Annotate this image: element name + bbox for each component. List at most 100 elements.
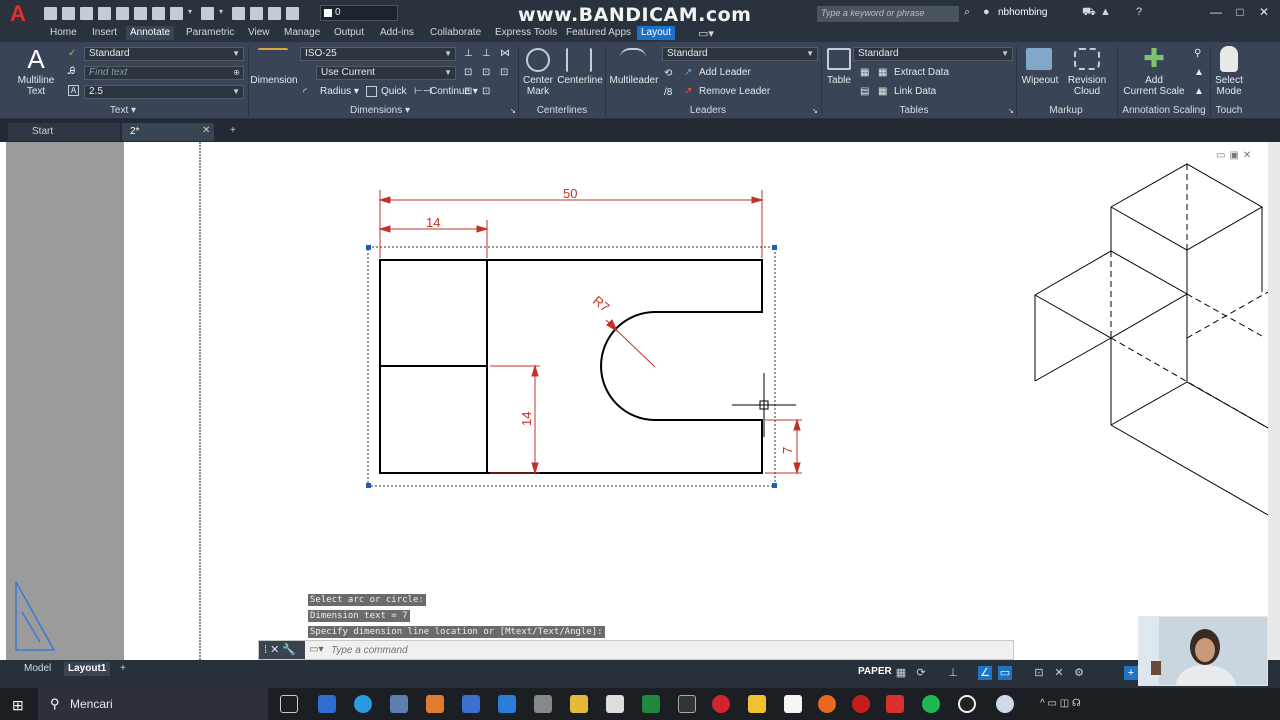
- check-spelling-icon[interactable]: ✓: [68, 48, 76, 59]
- tab-view[interactable]: View: [244, 26, 274, 40]
- layer-freeze-icon[interactable]: [268, 6, 281, 20]
- find-text-input[interactable]: Find text ⊕: [84, 66, 244, 80]
- username[interactable]: nbhombing: [998, 7, 1047, 18]
- dim-update-icon[interactable]: ⊡: [482, 86, 490, 97]
- extract-data-button[interactable]: Extract Data: [894, 67, 949, 78]
- table-button[interactable]: Table: [822, 75, 856, 86]
- autodesk-a360-icon[interactable]: ▲: [1100, 6, 1111, 18]
- ortho-icon[interactable]: ⊥: [946, 666, 960, 680]
- select-mode-hand-icon[interactable]: [1220, 46, 1238, 72]
- add-current-scale-icon[interactable]: ✚: [1142, 45, 1166, 71]
- bluetooth-icon[interactable]: [318, 695, 336, 713]
- multiline-text-icon[interactable]: A: [24, 46, 48, 72]
- close-button[interactable]: ✕: [1252, 4, 1276, 20]
- layout-tab-layout1[interactable]: Layout1: [64, 662, 111, 676]
- new-icon[interactable]: [44, 6, 57, 20]
- tab-parametric[interactable]: Parametric: [182, 26, 238, 40]
- dim-14-text[interactable]: 14: [426, 215, 440, 230]
- part-outline[interactable]: [379, 259, 763, 474]
- dim-50-text[interactable]: 50: [563, 186, 577, 201]
- command-recent-icon[interactable]: ▭▾: [309, 644, 323, 655]
- edge-icon[interactable]: [354, 695, 372, 713]
- opera-icon[interactable]: [712, 695, 730, 713]
- annotation-visibility-icon[interactable]: ✕: [1052, 666, 1066, 680]
- selection-cycling-icon[interactable]: ⊡: [1032, 666, 1046, 680]
- workspace-icon[interactable]: ⚙: [1072, 666, 1086, 680]
- notepad-icon[interactable]: [784, 695, 802, 713]
- system-tray-icons[interactable]: ^ ▭ ◫ ☊: [1040, 698, 1081, 709]
- layer-on-icon[interactable]: [250, 6, 263, 20]
- command-line-tools[interactable]: ⁞ ✕ 🔧: [259, 641, 305, 659]
- tab-express-tools[interactable]: Express Tools: [491, 26, 561, 40]
- file-tab-start[interactable]: Start: [8, 123, 120, 141]
- close-tab-icon[interactable]: ✕: [202, 125, 210, 136]
- plot-icon[interactable]: [152, 6, 165, 20]
- centerline-icon[interactable]: [566, 48, 592, 72]
- onedrive-icon[interactable]: [996, 695, 1014, 713]
- paper-space-toggle[interactable]: PAPER: [858, 666, 892, 677]
- dim-center-icon[interactable]: ⊡: [482, 67, 490, 78]
- wipeout-button[interactable]: Wipeout: [1018, 75, 1062, 86]
- maximize-button[interactable]: □: [1228, 4, 1252, 20]
- wipeout-icon[interactable]: [1026, 48, 1052, 70]
- tab-annotate[interactable]: Annotate: [126, 26, 175, 40]
- open-web-icon[interactable]: [116, 6, 129, 20]
- tab-layout[interactable]: Layout: [637, 26, 676, 40]
- multileader-style-dropdown[interactable]: Standard ▼: [662, 47, 818, 61]
- dim-tolerance-icon[interactable]: ⊡: [464, 67, 472, 78]
- isometric-view[interactable]: [1034, 163, 1268, 516]
- save-web-icon[interactable]: [134, 6, 147, 20]
- text-style-dropdown[interactable]: Standard ▼: [84, 47, 244, 61]
- tab-add-ins[interactable]: Add-ins: [376, 26, 418, 40]
- grip[interactable]: [366, 483, 371, 488]
- settings-icon[interactable]: [534, 695, 552, 713]
- text-height-dropdown[interactable]: 2.5 ▼: [84, 85, 244, 99]
- dim-adjust-icon[interactable]: ⊥: [464, 48, 473, 59]
- revision-cloud-button[interactable]: Revision Cloud: [1064, 75, 1110, 97]
- leader-settings-icon[interactable]: ↘: [812, 107, 818, 115]
- remove-leader-button[interactable]: Remove Leader: [699, 86, 770, 97]
- mail-icon[interactable]: [498, 695, 516, 713]
- multiline-text-button[interactable]: Multiline Text: [10, 75, 62, 97]
- app-icon[interactable]: [606, 695, 624, 713]
- dim-14-vertical-text[interactable]: 14: [519, 412, 534, 426]
- table-style-dropdown[interactable]: Standard ▼: [853, 47, 1013, 61]
- dim-inspect-icon[interactable]: ⊡: [500, 67, 508, 78]
- select-mode-button[interactable]: Select Mode: [1211, 75, 1247, 97]
- layer-dropdown[interactable]: 0: [320, 5, 398, 21]
- app-icon[interactable]: [426, 695, 444, 713]
- grip[interactable]: [772, 245, 777, 250]
- customize-icon[interactable]: +: [1124, 666, 1138, 680]
- centerline-button[interactable]: Centerline: [556, 75, 604, 86]
- multileader-icon[interactable]: [620, 48, 646, 72]
- command-input[interactable]: [331, 642, 991, 658]
- print-icon[interactable]: [232, 6, 245, 20]
- save-as-icon[interactable]: [98, 6, 111, 20]
- open-icon[interactable]: [62, 6, 75, 20]
- dimension-lines[interactable]: [378, 190, 802, 475]
- panel-title-dimensions[interactable]: Dimensions ▾: [330, 104, 430, 118]
- help-search-input[interactable]: Type a keyword or phrase: [817, 6, 959, 22]
- sticky-notes-icon[interactable]: [748, 695, 766, 713]
- task-view-icon[interactable]: [280, 695, 298, 713]
- new-layout-icon[interactable]: +: [120, 663, 126, 674]
- tab-manage[interactable]: Manage: [280, 26, 324, 40]
- leader-align-icon[interactable]: ⟲: [664, 68, 672, 79]
- firefox-icon[interactable]: [818, 695, 836, 713]
- dimension-layer-dropdown[interactable]: Use Current ▼: [316, 66, 456, 80]
- add-current-scale-button[interactable]: Add Current Scale: [1120, 75, 1188, 97]
- dim-radius-text[interactable]: R7: [590, 293, 612, 315]
- vertical-scrollbar[interactable]: [1268, 142, 1280, 660]
- dimension-button[interactable]: Dimension: [248, 75, 300, 86]
- record-icon[interactable]: [852, 695, 870, 713]
- sync-scale-icon[interactable]: ▲: [1194, 67, 1204, 78]
- dim-7-text[interactable]: 7: [780, 447, 795, 454]
- store-icon[interactable]: [390, 695, 408, 713]
- help-icon[interactable]: ?: [1136, 6, 1142, 18]
- spotify-icon[interactable]: [922, 695, 940, 713]
- dimension-settings-icon[interactable]: ↘: [510, 107, 516, 115]
- multileader-button[interactable]: Multileader: [607, 75, 661, 86]
- save-icon[interactable]: [80, 6, 93, 20]
- polar-tracking-icon[interactable]: ∠: [978, 666, 992, 680]
- tab-insert[interactable]: Insert: [88, 26, 121, 40]
